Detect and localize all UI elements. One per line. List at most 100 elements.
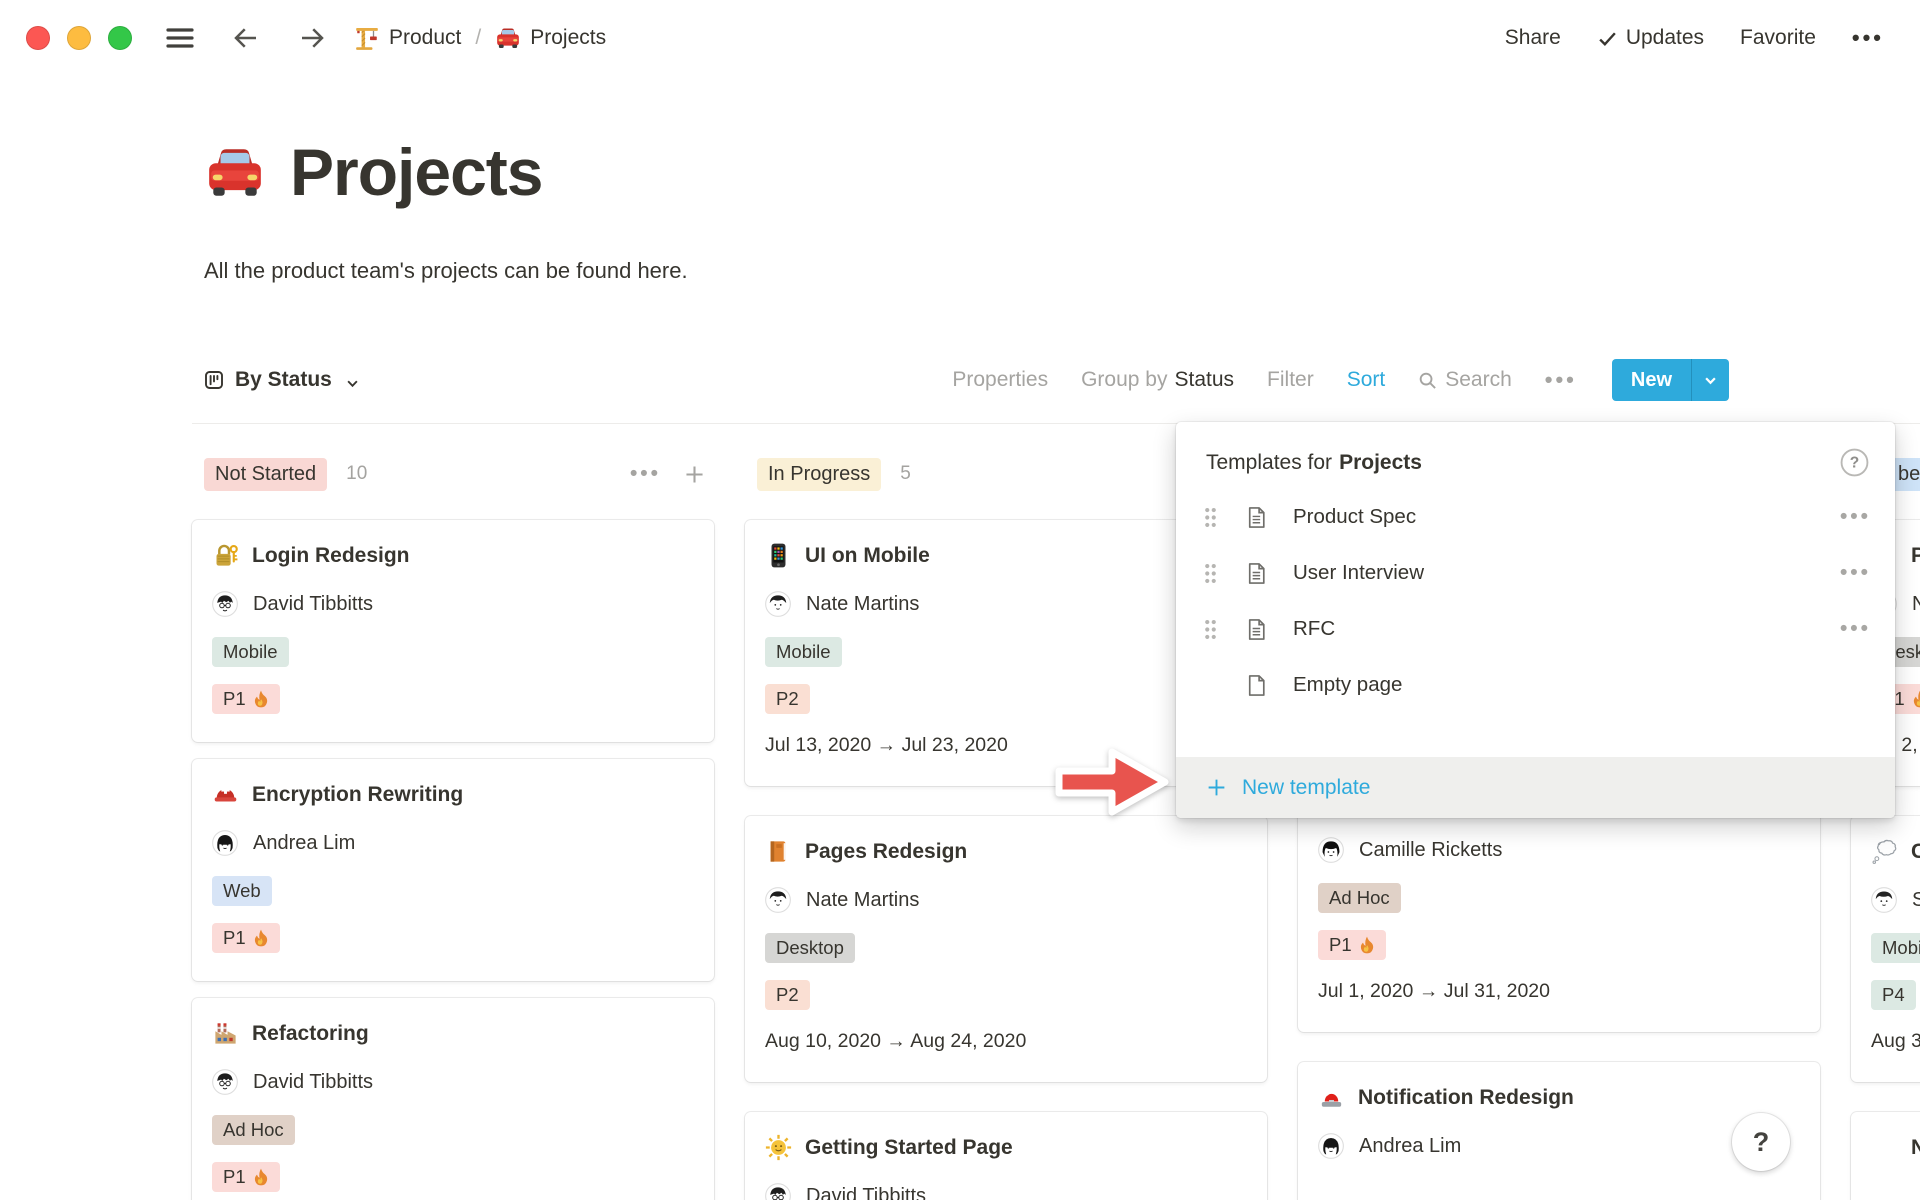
close-window-button[interactable] <box>26 26 50 50</box>
updates-label: Updates <box>1626 26 1704 50</box>
drag-handle-icon[interactable] <box>1204 619 1217 640</box>
platform-tag: Web <box>212 876 272 906</box>
updates-button[interactable]: Updates <box>1597 26 1704 50</box>
red-car-icon[interactable] <box>204 141 266 203</box>
check-icon <box>1597 28 1618 49</box>
templates-title-prefix: Templates for <box>1206 451 1332 475</box>
document-icon <box>1244 505 1269 530</box>
filter-button[interactable]: Filter <box>1267 368 1314 392</box>
priority-tag: P1 <box>212 923 280 953</box>
drag-handle-icon[interactable] <box>1204 563 1217 584</box>
page-header: Projects <box>204 134 542 210</box>
share-button[interactable]: Share <box>1505 26 1561 50</box>
card-encryption-rewriting[interactable]: Encryption Rewriting Andrea Lim Web P1 <box>192 759 714 981</box>
person-name: N <box>1912 593 1920 616</box>
new-template-button[interactable]: New template <box>1176 757 1895 818</box>
avatar <box>765 1183 791 1200</box>
annotation-arrow-icon <box>1050 742 1172 827</box>
card-title: P <box>1911 544 1920 568</box>
avatar <box>1318 837 1344 863</box>
forward-arrow-icon[interactable] <box>294 20 330 56</box>
card-title: Notification Redesign <box>1358 1086 1574 1110</box>
person-name: David Tibbitts <box>253 1071 373 1094</box>
properties-button[interactable]: Properties <box>952 368 1048 392</box>
date-range: Aug 10, 2020 → Aug 24, 2020 <box>765 1030 1247 1053</box>
template-more-icon[interactable]: ••• <box>1840 561 1871 585</box>
breadcrumb-label: Product <box>389 26 461 50</box>
breadcrumb-item-projects[interactable]: Projects <box>495 25 606 51</box>
new-button-chevron-icon[interactable] <box>1691 359 1729 401</box>
breadcrumb-label: Projects <box>530 26 606 50</box>
construction-crane-icon <box>354 25 380 51</box>
traffic-lights <box>26 26 132 50</box>
priority-tag: P2 <box>765 980 810 1010</box>
help-button[interactable]: ? <box>1732 1113 1790 1171</box>
avatar <box>212 591 238 617</box>
blank-icon <box>1871 1134 1898 1161</box>
card-title: UI on Mobile <box>805 544 930 568</box>
view-name: By Status <box>235 368 332 392</box>
avatar <box>1871 887 1897 913</box>
card-getting-started-page[interactable]: Getting Started Page David Tibbitts <box>745 1112 1267 1200</box>
column-more-icon[interactable]: ••• <box>630 462 661 486</box>
column-not-started: Not Started 10 ••• Login Redesign David … <box>192 446 714 1200</box>
view-switcher[interactable]: By Status <box>204 368 360 392</box>
card-partial-3[interactable]: N <box>1851 1112 1920 1200</box>
avatar <box>1318 1133 1344 1159</box>
template-item-product-spec[interactable]: Product Spec ••• <box>1176 489 1895 545</box>
minimize-window-button[interactable] <box>67 26 91 50</box>
template-item-user-interview[interactable]: User Interview ••• <box>1176 545 1895 601</box>
breadcrumb-item-product[interactable]: Product <box>354 25 461 51</box>
avatar <box>765 887 791 913</box>
toolbar-more-icon[interactable]: ••• <box>1545 367 1577 393</box>
group-by-button[interactable]: Group byStatus <box>1081 368 1234 392</box>
card-title: N <box>1911 1136 1920 1160</box>
card-title: Refactoring <box>252 1022 369 1046</box>
person-name: S <box>1912 889 1920 912</box>
zoom-window-button[interactable] <box>108 26 132 50</box>
red-car-icon <box>495 25 521 51</box>
template-item-empty-page[interactable]: Empty page <box>1176 657 1895 713</box>
card-title: Encryption Rewriting <box>252 783 463 807</box>
plus-icon <box>1206 777 1227 798</box>
search-button[interactable]: Search <box>1418 368 1512 392</box>
sort-button[interactable]: Sort <box>1347 368 1386 392</box>
template-more-icon[interactable]: ••• <box>1840 617 1871 641</box>
card-login-redesign[interactable]: Login Redesign David Tibbitts Mobile P1 <box>192 520 714 742</box>
platform-tag: Mobile <box>765 637 842 667</box>
template-label: Product Spec <box>1293 505 1416 529</box>
platform-tag: Ad Hoc <box>1318 883 1401 913</box>
sun-face-icon <box>765 1134 792 1161</box>
date-range: Jul 13, 2020 → Jul 23, 2020 <box>765 734 1247 757</box>
back-arrow-icon[interactable] <box>228 20 264 56</box>
template-label: User Interview <box>1293 561 1424 585</box>
group-by-label: Group by <box>1081 368 1167 391</box>
favorite-button[interactable]: Favorite <box>1740 26 1816 50</box>
orange-book-icon <box>765 838 792 865</box>
chevron-down-icon <box>345 373 360 388</box>
more-options-icon[interactable]: ••• <box>1852 25 1884 51</box>
person-name: David Tibbitts <box>253 593 373 616</box>
rescue-helmet-icon <box>212 781 239 808</box>
new-template-label: New template <box>1242 776 1370 800</box>
rotating-light-icon <box>1318 1084 1345 1111</box>
drag-handle-icon[interactable] <box>1204 507 1217 528</box>
template-more-icon[interactable]: ••• <box>1840 505 1871 529</box>
question-circle-icon[interactable]: ? <box>1840 448 1869 477</box>
person-name: Camille Ricketts <box>1359 839 1502 862</box>
card-pages-redesign[interactable]: Pages Redesign Nate Martins Desktop P2 A… <box>745 816 1267 1082</box>
column-count: 10 <box>346 463 367 485</box>
person-name: Andrea Lim <box>253 832 355 855</box>
titlebar: Product / Projects Share Updates Favorit… <box>0 0 1920 76</box>
factory-icon <box>212 1020 239 1047</box>
column-add-icon[interactable] <box>683 463 706 486</box>
search-icon <box>1418 371 1437 390</box>
card-partial-2[interactable]: C S Mobile P4 Aug 3, 2020 <box>1851 816 1920 1082</box>
card-refactoring[interactable]: Refactoring David Tibbitts Ad Hoc P1 <box>192 998 714 1200</box>
new-button[interactable]: New <box>1612 359 1729 401</box>
avatar <box>212 830 238 856</box>
template-item-rfc[interactable]: RFC ••• <box>1176 601 1895 657</box>
column-header: Not Started 10 ••• <box>192 446 714 502</box>
priority-tag: P4 <box>1871 980 1916 1010</box>
menu-icon[interactable] <box>162 20 198 56</box>
